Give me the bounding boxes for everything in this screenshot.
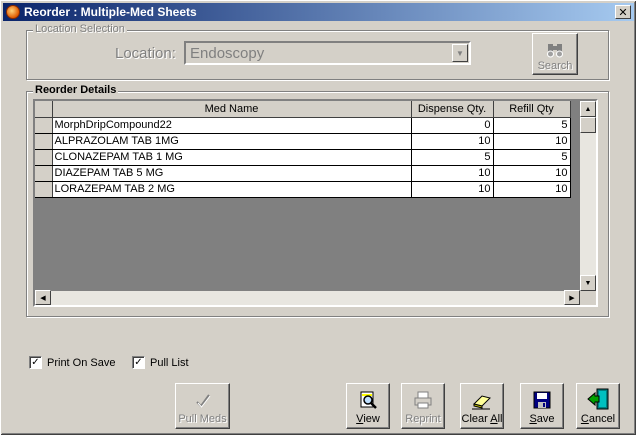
app-icon [6, 5, 20, 19]
table-row[interactable]: CLONAZEPAM TAB 1 MG 5 5 [35, 149, 571, 166]
horizontal-scrollbar[interactable]: ◀ ▶ [35, 290, 580, 305]
med-name-cell[interactable]: CLONAZEPAM TAB 1 MG [52, 149, 412, 166]
reprint-button[interactable]: Reprint [401, 383, 445, 429]
row-selector[interactable] [35, 117, 53, 134]
cancel-button[interactable]: Cancel [576, 383, 620, 429]
row-selector[interactable] [35, 133, 53, 150]
dispense-qty-cell[interactable]: 10 [411, 133, 494, 150]
cancel-label: Cancel [580, 413, 616, 425]
title-bar[interactable]: Reorder : Multiple-Med Sheets ✕ [3, 3, 634, 21]
window-title: Reorder : Multiple-Med Sheets [24, 5, 197, 19]
eraser-icon [472, 395, 491, 410]
refill-qty-cell[interactable]: 10 [493, 181, 571, 198]
med-name-cell[interactable]: DIAZEPAM TAB 5 MG [52, 165, 412, 182]
checkmark-icon [195, 394, 210, 408]
location-label: Location: [115, 45, 176, 62]
refill-qty-cell[interactable]: 5 [493, 149, 571, 166]
clear-all-label: Clear All [461, 413, 503, 425]
pull-meds-button[interactable]: Pull Meds [175, 383, 230, 429]
search-label: Search [537, 60, 573, 72]
dispense-qty-cell[interactable]: 5 [411, 149, 494, 166]
dispense-qty-cell[interactable]: 10 [411, 165, 494, 182]
print-on-save-checkbox[interactable]: ✓ [29, 356, 42, 369]
med-grid: Med Name Dispense Qty. Refill Qty MorphD… [33, 99, 598, 307]
printer-icon [414, 391, 432, 409]
location-dropdown[interactable]: Endoscopy ▼ [184, 41, 471, 65]
chevron-down-icon[interactable]: ▼ [452, 44, 468, 62]
reprint-label: Reprint [405, 413, 441, 425]
dispense-qty-cell[interactable]: 10 [411, 181, 494, 198]
view-label: View [356, 413, 380, 425]
pull-list-label: Pull List [150, 356, 189, 369]
med-table: Med Name Dispense Qty. Refill Qty MorphD… [35, 101, 571, 198]
magnifier-document-icon [360, 391, 377, 409]
save-button[interactable]: Save [520, 383, 564, 429]
table-row[interactable]: DIAZEPAM TAB 5 MG 10 10 [35, 165, 571, 182]
med-name-cell[interactable]: LORAZEPAM TAB 2 MG [52, 181, 412, 198]
reorder-details-legend: Reorder Details [33, 84, 119, 96]
table-row[interactable]: ALPRAZOLAM TAB 1MG 10 10 [35, 133, 571, 150]
med-name-cell[interactable]: ALPRAZOLAM TAB 1MG [52, 133, 412, 150]
binoculars-icon [547, 44, 563, 58]
row-selector[interactable] [35, 165, 53, 182]
scrollbar-corner [580, 291, 596, 305]
med-name-cell[interactable]: MorphDripCompound22 [52, 117, 412, 134]
pull-list-checkbox[interactable]: ✓ [132, 356, 145, 369]
pull-meds-label: Pull Meds [178, 413, 227, 425]
exit-door-icon [587, 388, 609, 410]
column-header-med-name[interactable]: Med Name [52, 101, 412, 118]
table-header-row: Med Name Dispense Qty. Refill Qty [35, 101, 571, 118]
view-button[interactable]: View [346, 383, 390, 429]
search-button[interactable]: Search [532, 33, 578, 75]
scroll-up-icon[interactable]: ▲ [580, 101, 596, 117]
scroll-down-icon[interactable]: ▼ [580, 275, 596, 291]
refill-qty-cell[interactable]: 5 [493, 117, 571, 134]
row-selector[interactable] [35, 149, 53, 166]
scroll-left-icon[interactable]: ◀ [35, 290, 51, 305]
print-on-save-option[interactable]: ✓ Print On Save [29, 356, 115, 369]
refill-qty-cell[interactable]: 10 [493, 133, 571, 150]
column-header-refill-qty[interactable]: Refill Qty [493, 101, 571, 118]
vertical-scroll-thumb[interactable] [580, 117, 596, 133]
vertical-scrollbar[interactable]: ▲ ▼ [580, 101, 596, 291]
close-button[interactable]: ✕ [615, 5, 631, 19]
floppy-disk-icon [533, 391, 551, 409]
save-label: Save [529, 413, 555, 425]
row-selector[interactable] [35, 181, 53, 198]
scroll-right-icon[interactable]: ▶ [564, 290, 580, 305]
location-selection-legend: Location Selection [33, 23, 127, 35]
print-on-save-label: Print On Save [47, 356, 116, 369]
clear-all-button[interactable]: Clear All [460, 383, 504, 429]
dispense-qty-cell[interactable]: 0 [411, 117, 494, 134]
table-row[interactable]: MorphDripCompound22 0 5 [35, 117, 571, 134]
row-selector-header[interactable] [35, 101, 53, 118]
location-value: Endoscopy [190, 44, 265, 62]
pull-list-option[interactable]: ✓ Pull List [132, 356, 189, 369]
reorder-window: Reorder : Multiple-Med Sheets ✕ Location… [0, 0, 637, 436]
refill-qty-cell[interactable]: 10 [493, 165, 571, 182]
table-row[interactable]: LORAZEPAM TAB 2 MG 10 10 [35, 181, 571, 198]
column-header-dispense-qty[interactable]: Dispense Qty. [411, 101, 494, 118]
